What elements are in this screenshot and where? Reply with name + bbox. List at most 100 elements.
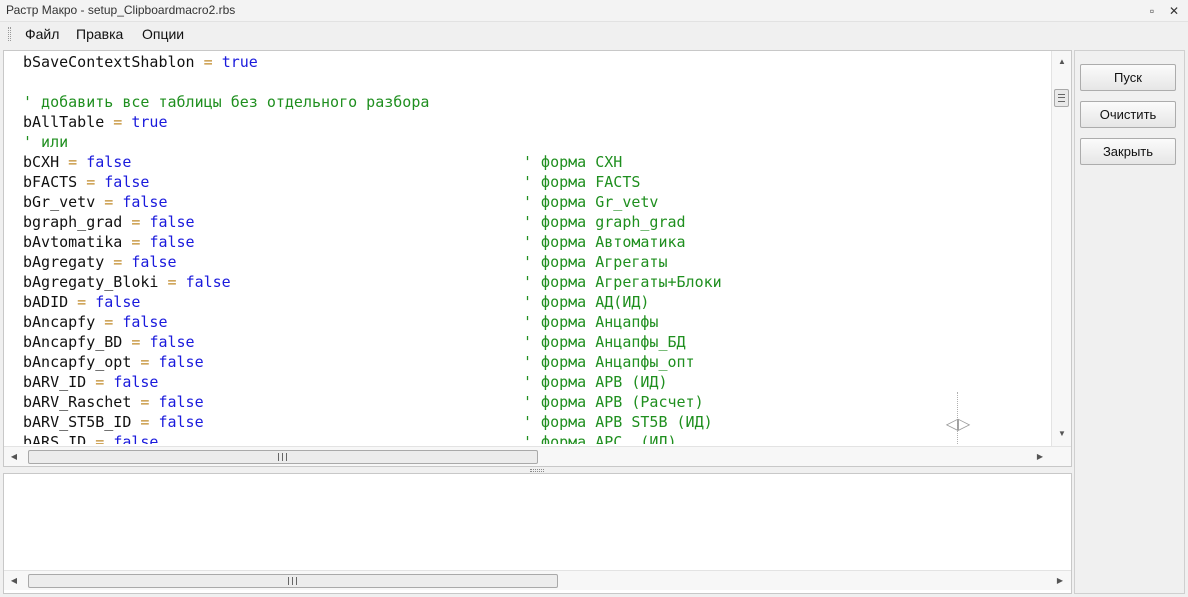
code-line[interactable]: ' добавить все таблицы без отдельного ра…	[23, 92, 1049, 112]
code-comment: ' форма FACTS	[523, 173, 641, 191]
assign-operator: =	[95, 193, 123, 211]
code-line[interactable]: bARV_ID = false ' форма АРВ (ИД)	[23, 372, 1049, 392]
code-comment: ' форма АРВ (ИД)	[523, 373, 668, 391]
variable-name: bCXH	[23, 153, 60, 171]
boolean-keyword: true	[221, 53, 258, 71]
horizontal-scroll-thumb[interactable]	[28, 574, 558, 588]
code-comment: ' форма АРВ ST5B (ИД)	[523, 413, 713, 431]
boolean-keyword: false	[113, 433, 159, 444]
title-bar: Растр Макро - setup_Clipboardmacro2.rbs …	[0, 0, 1188, 22]
variable-name: bAgregaty_Bloki	[23, 273, 159, 291]
assign-operator: =	[95, 313, 123, 331]
scroll-left-icon[interactable]: ◀	[5, 447, 23, 467]
boolean-keyword: false	[158, 353, 204, 371]
resize-handle-icon[interactable]: ◁▷	[942, 414, 974, 436]
output-horizontal-scrollbar[interactable]: ◀ ▶	[4, 570, 1071, 590]
splitter-grip-icon[interactable]	[530, 469, 544, 472]
script-editor[interactable]: bSaveContextShablon = true ' добавить все…	[3, 50, 1072, 467]
thumb-grip-icon	[278, 453, 287, 461]
assign-operator: =	[131, 353, 159, 371]
code-line[interactable]: bgraph_grad = false ' форма graph_grad	[23, 212, 1049, 232]
code-comment: ' форма Агрегаты	[523, 253, 668, 271]
assign-operator: =	[86, 433, 114, 444]
assign-operator: =	[122, 213, 150, 231]
code-line[interactable]: bARS_ID = false ' форма АРС (ИД)	[23, 432, 1049, 444]
code-comment: ' форма АД(ИД)	[523, 293, 650, 311]
close-window-button[interactable]: ✕	[1165, 2, 1183, 20]
code-line[interactable]: ' или	[23, 132, 1049, 152]
code-comment: ' форма CXH	[523, 153, 623, 171]
code-line[interactable]: bAncapfy_opt = false ' форма Анцапфы_опт	[23, 352, 1049, 372]
variable-name: bARS_ID	[23, 433, 87, 444]
horizontal-scroll-thumb[interactable]	[28, 450, 538, 464]
boolean-keyword: true	[131, 113, 168, 131]
editor-horizontal-scrollbar[interactable]: ◀ ▶	[4, 446, 1071, 466]
code-line[interactable]: bAncapfy_BD = false ' форма Анцапфы_БД	[23, 332, 1049, 352]
close-button[interactable]: Закрыть	[1080, 138, 1176, 165]
window-title: Растр Макро - setup_Clipboardmacro2.rbs	[6, 3, 236, 17]
toolbar-grip-icon[interactable]	[8, 27, 11, 41]
scroll-down-icon[interactable]: ▼	[1052, 425, 1072, 443]
menu-file[interactable]: Файл	[25, 26, 59, 42]
boolean-keyword: false	[113, 373, 159, 391]
boolean-keyword: false	[122, 193, 168, 211]
scroll-up-icon[interactable]: ▲	[1052, 53, 1072, 71]
code-line[interactable]: bAgregaty = false ' форма Агрегаты	[23, 252, 1049, 272]
code-comment: ' форма graph_grad	[523, 213, 686, 231]
variable-name: bAncapfy_opt	[23, 353, 132, 371]
code-line[interactable]: bARV_ST5B_ID = false ' форма АРВ ST5B (ИД…	[23, 412, 1049, 432]
variable-name: bGr_vetv	[23, 193, 96, 211]
scroll-right-icon[interactable]: ▶	[1031, 447, 1049, 467]
code-line[interactable]: bSaveContextShablon = true	[23, 52, 1049, 72]
assign-operator: =	[104, 253, 132, 271]
code-comment: ' форма АРВ (Расчет)	[523, 393, 704, 411]
boolean-keyword: false	[95, 293, 141, 311]
variable-name: bAvtomatika	[23, 233, 123, 251]
boolean-keyword: false	[131, 253, 177, 271]
code-comment: ' форма Gr_vetv	[523, 193, 659, 211]
variable-name: bAncapfy_BD	[23, 333, 123, 351]
scroll-left-icon[interactable]: ◀	[5, 571, 23, 591]
code-line[interactable]: bAvtomatika = false ' форма Автоматика	[23, 232, 1049, 252]
assign-operator: =	[131, 413, 159, 431]
output-pane[interactable]: ◀ ▶	[3, 473, 1072, 594]
boolean-keyword: false	[104, 173, 150, 191]
code-line[interactable]: bAgregaty_Bloki = false ' форма Агрегаты+…	[23, 272, 1049, 292]
code-comment: ' форма Анцапфы_БД	[523, 333, 686, 351]
code-line[interactable]: bCXH = false ' форма CXH	[23, 152, 1049, 172]
code-line[interactable]: bAllTable = true	[23, 112, 1049, 132]
code-line[interactable]	[23, 72, 1049, 92]
variable-name: bSaveContextShablon	[23, 53, 195, 71]
code-comment: ' форма АРС (ИД)	[523, 433, 677, 444]
code-comment: ' форма Агрегаты+Блоки	[523, 273, 722, 291]
assign-operator: =	[86, 373, 114, 391]
code-area[interactable]: bSaveContextShablon = true ' добавить все…	[23, 52, 1049, 444]
boolean-keyword: false	[158, 413, 204, 431]
restore-window-button[interactable]: ▫	[1143, 2, 1161, 20]
variable-name: bAgregaty	[23, 253, 105, 271]
clear-button[interactable]: Очистить	[1080, 101, 1176, 128]
code-comment: ' или	[23, 133, 69, 151]
boolean-keyword: false	[149, 333, 195, 351]
code-comment: ' форма Анцапфы_опт	[523, 353, 695, 371]
vertical-scroll-thumb[interactable]	[1054, 89, 1069, 107]
editor-vertical-scrollbar[interactable]: ▲ ▼	[1051, 51, 1071, 447]
code-line[interactable]: bGr_vetv = false ' форма Gr_vetv	[23, 192, 1049, 212]
assign-operator: =	[122, 233, 150, 251]
code-line[interactable]: bADID = false ' форма АД(ИД)	[23, 292, 1049, 312]
assign-operator: =	[59, 153, 87, 171]
code-comment: ' форма Автоматика	[523, 233, 686, 251]
code-line[interactable]: bFACTS = false ' форма FACTS	[23, 172, 1049, 192]
code-line[interactable]: bAncapfy = false ' форма Анцапфы	[23, 312, 1049, 332]
assign-operator: =	[131, 393, 159, 411]
output-text	[23, 476, 1063, 571]
thumb-grip-icon	[288, 577, 297, 585]
code-line[interactable]: bARV_Raschet = false ' форма АРВ (Расчет)	[23, 392, 1049, 412]
menu-edit[interactable]: Правка	[76, 26, 123, 42]
boolean-keyword: false	[86, 153, 132, 171]
run-button[interactable]: Пуск	[1080, 64, 1176, 91]
scroll-right-icon[interactable]: ▶	[1051, 571, 1069, 591]
menu-options[interactable]: Опции	[142, 26, 184, 42]
variable-name: bFACTS	[23, 173, 78, 191]
variable-name: bAllTable	[23, 113, 105, 131]
